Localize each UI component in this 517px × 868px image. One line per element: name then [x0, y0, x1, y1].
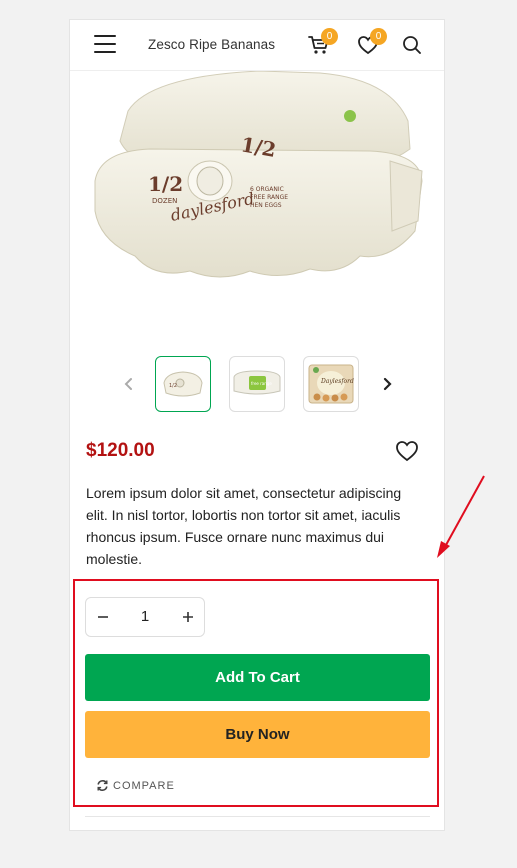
thumbnail-3[interactable]: Daylesford: [303, 356, 359, 412]
wishlist-count-badge: 0: [370, 28, 387, 45]
chevron-left-icon: [124, 378, 132, 390]
divider: [85, 816, 430, 817]
carton-number: 1/2: [148, 172, 183, 196]
svg-text:FREE RANGE: FREE RANGE: [250, 194, 288, 201]
thumbnail-1[interactable]: 1/2: [155, 356, 211, 412]
svg-text:6 ORGANIC: 6 ORGANIC: [250, 186, 284, 193]
search-button[interactable]: [401, 34, 423, 56]
header: Zesco Ripe Bananas 0 0: [70, 20, 444, 71]
svg-text:1/2: 1/2: [169, 383, 177, 389]
carton-dozen: DOZEN: [152, 197, 177, 205]
thumbnail-prev-button[interactable]: [119, 374, 139, 394]
thumbnail-2-label: free range: [251, 381, 272, 386]
cart-count-badge: 0: [321, 28, 338, 45]
product-main-image: 1/2 DOZEN 1/2 daylesford 6 ORGANIC FREE …: [70, 70, 444, 341]
thumbnail-2[interactable]: free range: [229, 356, 285, 412]
wishlist-header-button[interactable]: 0: [357, 28, 387, 56]
cart-button[interactable]: 0: [308, 28, 338, 56]
menu-icon[interactable]: [94, 35, 116, 53]
search-icon: [403, 36, 421, 54]
chevron-right-icon: [383, 377, 392, 391]
heart-icon: [396, 441, 418, 462]
thumbnail-gallery: 1/2 free range Daylesford: [70, 356, 444, 416]
add-to-wishlist-button[interactable]: [395, 440, 419, 462]
annotation-highlight-box: [73, 579, 439, 807]
svg-text:HEN EGGS: HEN EGGS: [250, 202, 282, 209]
page-title: Zesco Ripe Bananas: [148, 37, 276, 52]
thumbnail-3-label: Daylesford: [320, 378, 354, 385]
product-price: $120.00: [86, 440, 155, 461]
thumbnail-next-button[interactable]: [377, 374, 397, 394]
product-description: Lorem ipsum dolor sit amet, consectetur …: [86, 485, 402, 567]
